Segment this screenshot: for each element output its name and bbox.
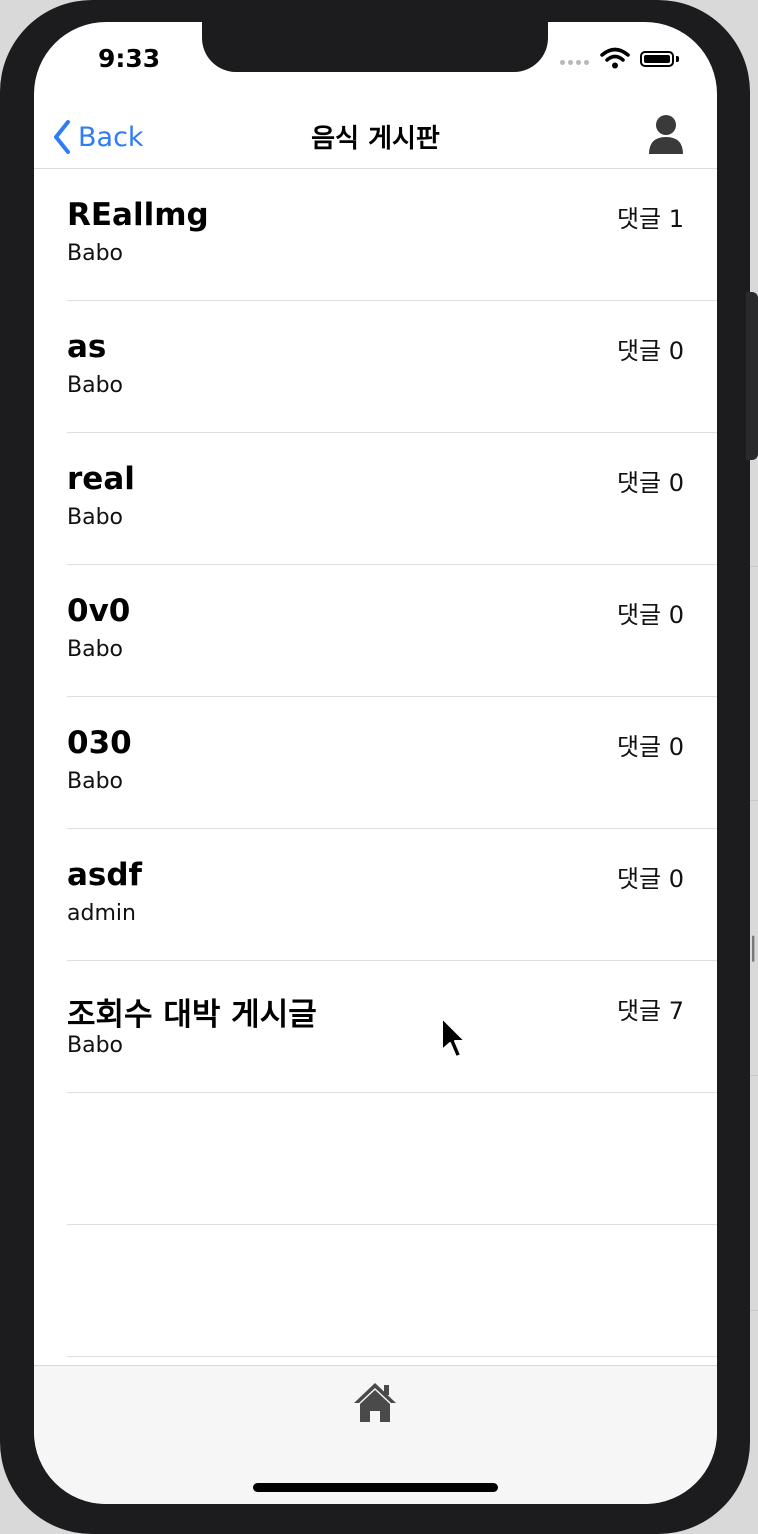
post-author: Babo — [67, 769, 123, 794]
notch — [202, 22, 548, 72]
post-title: 030 — [67, 725, 132, 761]
battery-cap — [676, 56, 679, 62]
post-comment-count: 댓글 0 — [616, 865, 684, 893]
post-author: Babo — [67, 373, 123, 398]
post-row[interactable]: as Babo 댓글 0 — [34, 301, 717, 433]
post-author: Babo — [67, 1033, 123, 1058]
post-author: admin — [67, 901, 136, 926]
post-row[interactable]: 030 Babo 댓글 0 — [34, 697, 717, 829]
post-title: 0v0 — [67, 593, 131, 629]
person-icon[interactable] — [646, 112, 686, 158]
post-author: Babo — [67, 637, 123, 662]
post-comment-count: 댓글 0 — [616, 733, 684, 761]
post-title: asdf — [67, 857, 143, 893]
post-comment-count: 댓글 0 — [616, 601, 684, 629]
phone-frame: 9:33 Back 음식 게시판 REallmg Babo 댓글 1 as Ba… — [0, 0, 758, 1534]
post-comment-count: 댓글 0 — [616, 337, 684, 365]
home-icon[interactable] — [352, 1380, 398, 1424]
status-time: 9:33 — [98, 44, 161, 73]
post-row[interactable]: real Babo 댓글 0 — [34, 433, 717, 565]
post-title: real — [67, 461, 135, 497]
navigation-bar: Back 음식 게시판 — [34, 108, 717, 169]
post-title: REallmg — [67, 197, 209, 233]
mouse-cursor-icon — [441, 1017, 466, 1058]
post-comment-count: 댓글 7 — [616, 997, 684, 1025]
post-row[interactable]: REallmg Babo 댓글 1 — [34, 169, 717, 301]
post-row[interactable]: asdf admin 댓글 0 — [34, 829, 717, 961]
battery-icon — [640, 51, 674, 67]
tab-bar — [34, 1365, 717, 1504]
post-comment-count: 댓글 1 — [616, 205, 684, 233]
post-title: 조회수 대박 게시글 — [67, 997, 317, 1033]
cellular-signal-icon — [560, 60, 589, 65]
side-button — [746, 292, 758, 460]
post-list: REallmg Babo 댓글 1 as Babo 댓글 0 real Babo… — [34, 169, 717, 1357]
post-row[interactable]: 0v0 Babo 댓글 0 — [34, 565, 717, 697]
post-author: Babo — [67, 505, 123, 530]
empty-row — [34, 1093, 717, 1225]
post-title: as — [67, 329, 107, 365]
phone-screen: 9:33 Back 음식 게시판 REallmg Babo 댓글 1 as Ba… — [34, 22, 717, 1504]
empty-row — [34, 1225, 717, 1357]
wifi-icon — [600, 47, 630, 69]
page-title: 음식 게시판 — [311, 124, 440, 154]
home-indicator[interactable] — [253, 1483, 498, 1492]
row-divider — [67, 1356, 717, 1357]
post-author: Babo — [67, 241, 123, 266]
post-comment-count: 댓글 0 — [616, 469, 684, 497]
post-row[interactable]: 조회수 대박 게시글 Babo 댓글 7 — [34, 961, 717, 1093]
